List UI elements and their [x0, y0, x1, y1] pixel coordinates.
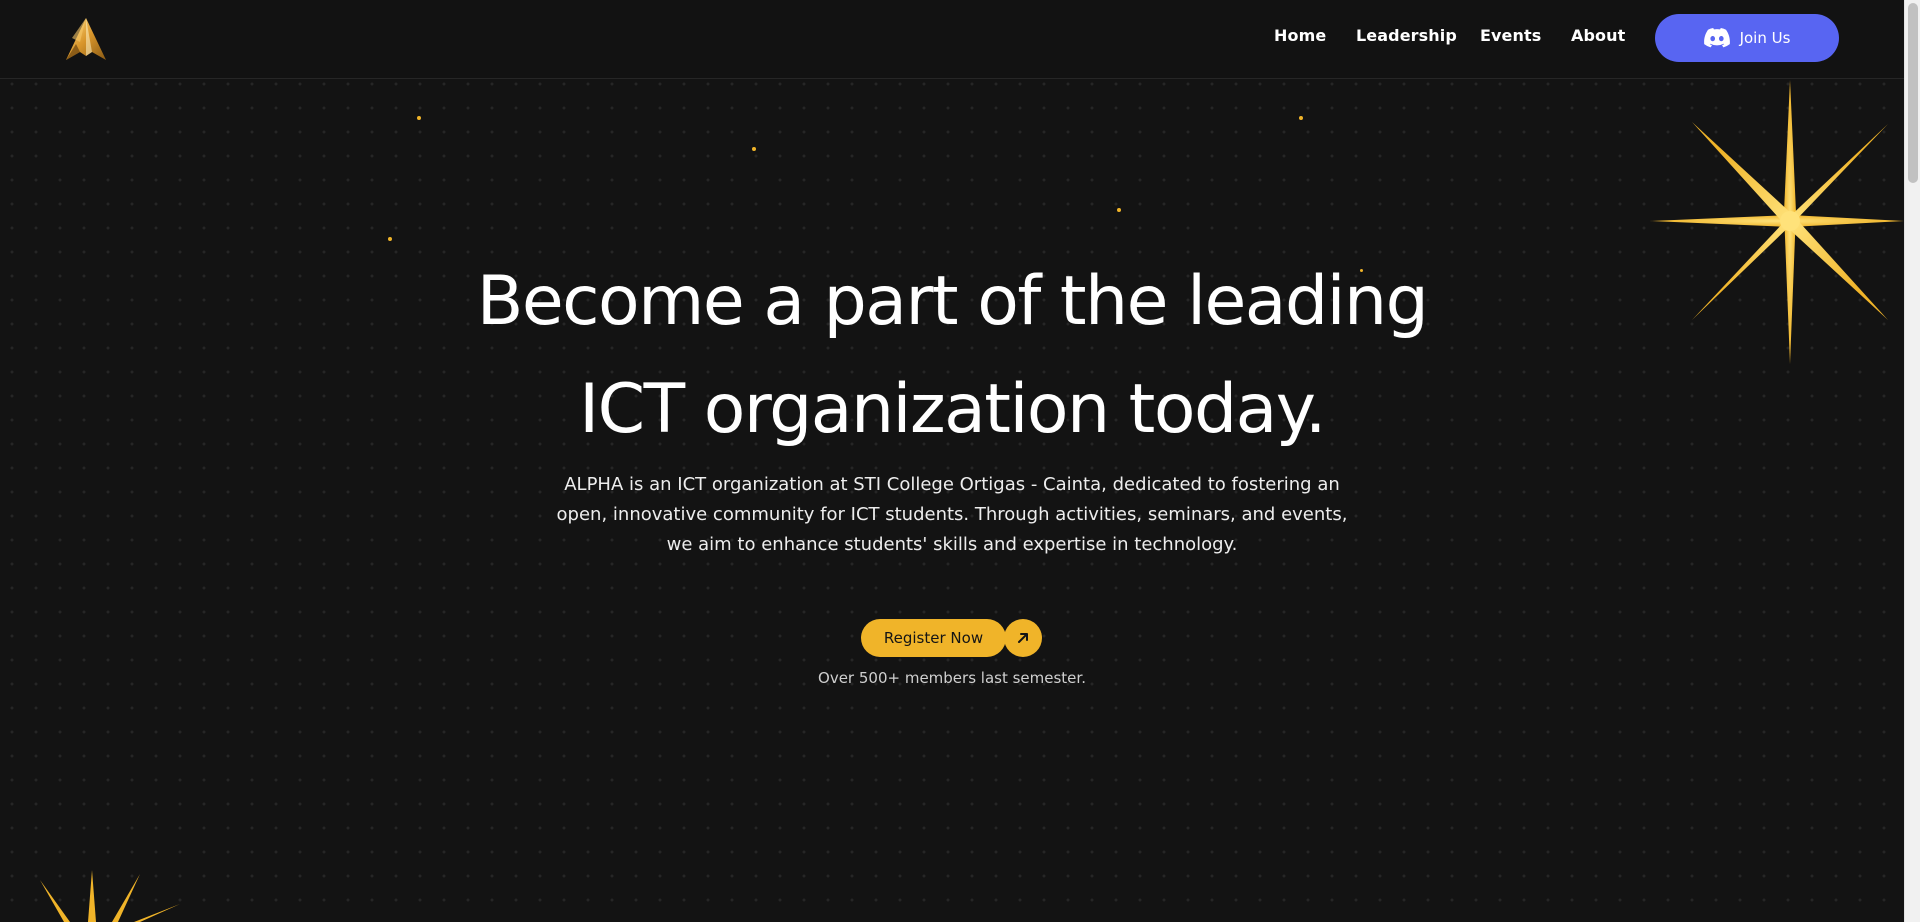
alpha-logo-icon[interactable]: [62, 16, 110, 64]
page-scrollbar[interactable]: [1904, 0, 1920, 922]
navbar: Home Leadership Events About Join Us: [0, 0, 1904, 79]
sparkle-dot: [1117, 208, 1121, 212]
nav-link-events[interactable]: Events: [1480, 26, 1541, 45]
members-note: Over 500+ members last semester.: [818, 669, 1086, 687]
landing-page: Home Leadership Events About Join Us Bec…: [0, 0, 1920, 922]
sparkle-dot: [388, 237, 392, 241]
register-now-button[interactable]: Register Now: [861, 619, 1006, 657]
scrollbar-thumb[interactable]: [1908, 3, 1918, 183]
nav-link-home[interactable]: Home: [1274, 26, 1326, 45]
discord-icon: [1703, 28, 1730, 48]
sparkle-star-icon: [40, 870, 180, 922]
nav-link-leadership[interactable]: Leadership: [1356, 26, 1457, 45]
hero-title-line-2: ICT organization today.: [579, 370, 1326, 449]
hero-description: ALPHA is an ICT organization at STI Coll…: [556, 474, 1348, 555]
hero-title: Become a part of the leading ICT organiz…: [0, 248, 1904, 464]
join-us-button[interactable]: Join Us: [1655, 14, 1839, 62]
register-cta: Register Now: [861, 619, 1042, 657]
join-us-label: Join Us: [1739, 29, 1791, 47]
register-arrow-button[interactable]: [1004, 619, 1042, 657]
sparkle-dot: [417, 116, 421, 120]
sparkle-dot: [1299, 116, 1303, 120]
register-now-label: Register Now: [883, 629, 984, 647]
arrow-up-right-icon: [1018, 633, 1028, 643]
hero-title-line-1: Become a part of the leading: [476, 262, 1429, 341]
sparkle-dot: [752, 147, 756, 151]
nav-link-about[interactable]: About: [1571, 26, 1625, 45]
